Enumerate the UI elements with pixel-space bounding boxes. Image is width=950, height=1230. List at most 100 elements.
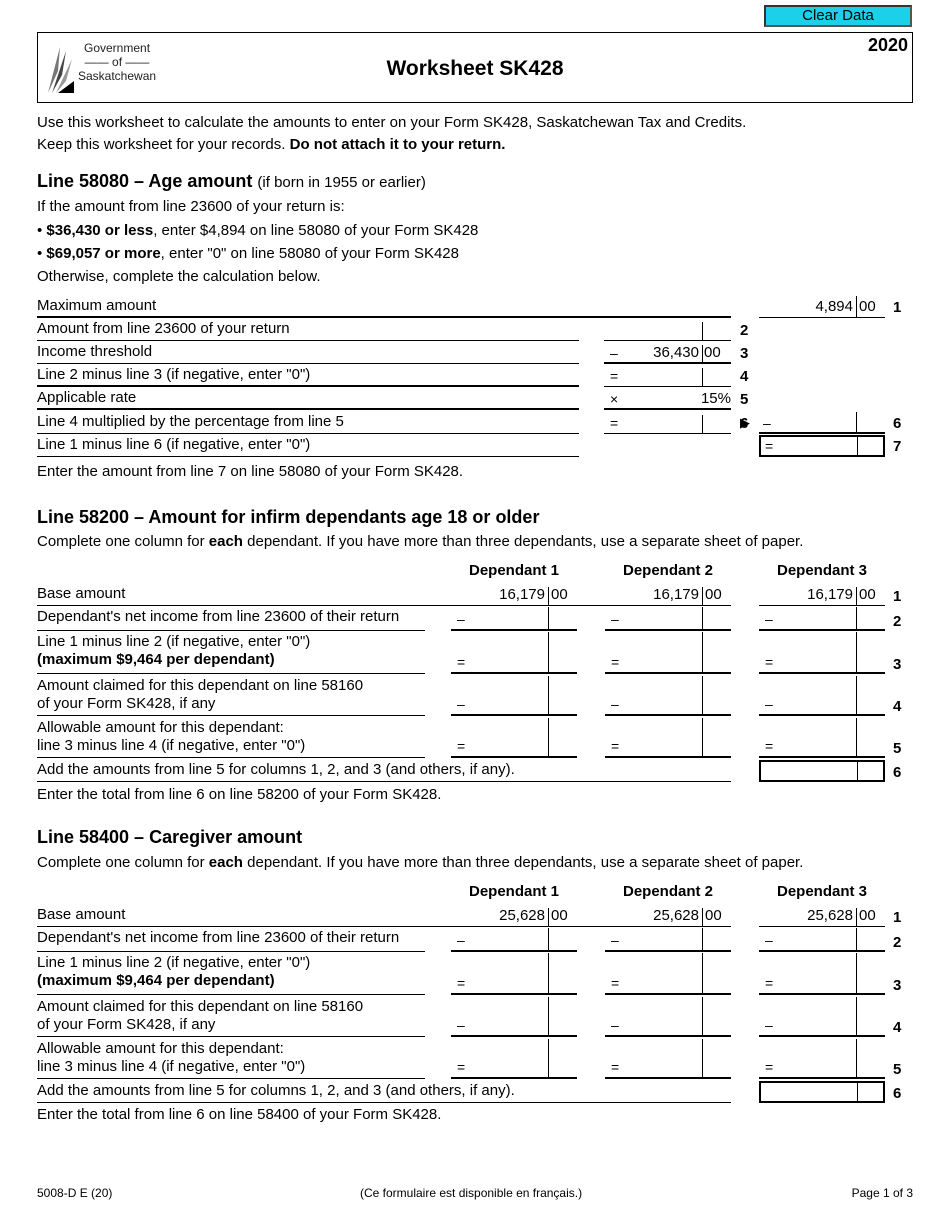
clear-data-button[interactable]: Clear Data [764,5,912,27]
cents-divider [702,322,703,340]
cents-divider [702,415,703,433]
logo-line: Government [84,41,151,55]
dependant-3-line-1-field[interactable]: 16,179 00 [759,584,885,606]
dependant-3-line-5-field[interactable]: = [759,718,885,758]
dependant-3-line-5-field[interactable]: = [759,1039,885,1079]
operator-symbol: = [765,975,774,991]
intro-line-1: Use this worksheet to calculate the amou… [37,114,747,131]
dependant-1-line-3-field[interactable]: = [451,953,577,995]
dependant-1-line-3-field[interactable]: = [451,632,577,674]
cents-value: 00 [859,907,876,924]
operator-symbol: – [457,696,465,712]
cents-divider [548,607,549,629]
total-field[interactable] [759,760,885,782]
operator-symbol: = [765,738,774,754]
row-label: Add the amounts from line 5 for columns … [37,1082,515,1099]
column-header: Dependant 1 [468,562,559,579]
line-number: 6 [893,764,902,781]
total-field[interactable] [759,1081,885,1103]
line-5-field[interactable]: × 15% [604,388,731,410]
cents-divider [856,587,857,605]
cents-divider [702,718,703,756]
line-7-field[interactable]: = [759,435,885,457]
dependant-2-line-3-field[interactable]: = [605,632,731,674]
cents-divider [548,997,549,1035]
cents-value: 00 [551,907,568,924]
operator-symbol: = [765,654,774,670]
dollars-value: 16,179 [499,586,545,603]
dependant-2-line-4-field[interactable]: – [605,997,731,1037]
operator-symbol: = [611,975,620,991]
operator-symbol: – [457,1017,465,1033]
age-row-label: Income threshold [37,343,153,360]
dependant-1-line-1-field[interactable]: 25,628 00 [451,905,577,927]
line-number: 2 [740,322,749,339]
operator-symbol: – [765,611,773,627]
operator-symbol: = [457,975,466,991]
operator-symbol: – [765,696,773,712]
form-code: 5008-D E (20) [37,1186,113,1200]
line-number: 1 [893,909,902,926]
cents-divider [856,296,857,317]
dependant-3-line-2-field[interactable]: – [759,607,885,631]
dependant-2-line-2-field[interactable]: – [605,928,731,952]
age-bullet-2: • $69,057 or more, enter "0" on line 580… [37,245,459,262]
dependant-1-line-2-field[interactable]: – [451,928,577,952]
line-number: 2 [893,613,902,630]
column-header: Dependant 2 [622,883,713,900]
dependant-3-line-1-field[interactable]: 25,628 00 [759,905,885,927]
operator-symbol: = [457,738,466,754]
dependant-1-line-1-field[interactable]: 16,179 00 [451,584,577,606]
line-4-field[interactable]: = [604,365,731,387]
line-number: 3 [893,977,902,994]
dependant-3-line-3-field[interactable]: = [759,632,885,674]
cents-divider [856,953,857,993]
dependant-3-line-2-field[interactable]: – [759,928,885,952]
dollars-value: 4,894 [815,298,853,315]
cents-divider [548,1039,549,1077]
dependant-1-line-5-field[interactable]: = [451,718,577,758]
row-label: (maximum $9,464 per dependant) [37,972,275,989]
page-title: Worksheet SK428 [386,57,564,80]
dependant-1-line-4-field[interactable]: – [451,676,577,716]
dependant-1-line-2-field[interactable]: – [451,607,577,631]
cents-divider [856,632,857,672]
dependant-2-line-2-field[interactable]: – [605,607,731,631]
age-row-label: Line 1 minus line 6 (if negative, enter … [37,436,311,453]
dependant-3-line-4-field[interactable]: – [759,997,885,1037]
dependant-3-line-4-field[interactable]: – [759,676,885,716]
operator-symbol: – [610,345,618,361]
operator-symbol: = [611,654,620,670]
operator-symbol: – [611,1017,619,1033]
cents-divider [548,928,549,950]
column-header: Dependant 2 [622,562,713,579]
dependant-2-line-5-field[interactable]: = [605,718,731,758]
row-label: of your Form SK428, if any [37,1016,216,1033]
dependant-2-line-5-field[interactable]: = [605,1039,731,1079]
dependant-3-line-3-field[interactable]: = [759,953,885,995]
dependant-1-line-5-field[interactable]: = [451,1039,577,1079]
line-number: 5 [893,1061,902,1078]
dependant-1-line-4-field[interactable]: – [451,997,577,1037]
cents-value: 00 [859,298,876,315]
line-6-field[interactable]: – [759,412,885,434]
row-label: Base amount [37,585,126,602]
cents-divider [702,368,703,386]
dependant-2-line-3-field[interactable]: = [605,953,731,995]
row-label: Line 1 minus line 2 (if negative, enter … [37,954,311,971]
dependant-2-line-4-field[interactable]: – [605,676,731,716]
dependant-2-line-1-field[interactable]: 16,179 00 [605,584,731,606]
line-number: 1 [893,299,902,316]
operator-symbol: – [611,696,619,712]
operator-symbol: = [611,1059,620,1075]
line-1-field[interactable]: 4,894 00 [759,296,885,318]
french-note: (Ce formulaire est disponible en françai… [360,1186,583,1200]
age-lead: If the amount from line 23600 of your re… [37,198,345,215]
dependant-2-line-1-field[interactable]: 25,628 00 [605,905,731,927]
cents-value: 00 [705,586,722,603]
dollars-value: 16,179 [807,586,853,603]
line-6-field[interactable]: = [604,412,731,434]
line-2-field[interactable] [604,319,731,341]
line-3-field[interactable]: – 36,430 00 [604,342,731,364]
cents-value: 00 [704,344,721,361]
